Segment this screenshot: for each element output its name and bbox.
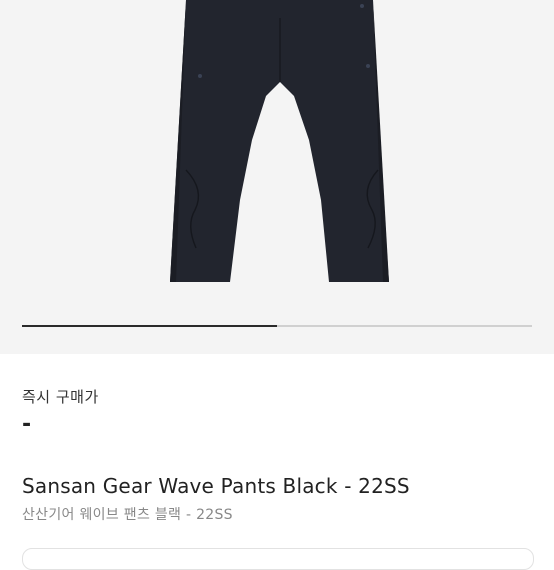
carousel-progress-fill: [22, 325, 277, 327]
carousel-progress-bar: [22, 325, 532, 327]
instant-buy-price-label: 즉시 구매가: [22, 388, 99, 406]
product-title-english: Sansan Gear Wave Pants Black - 22SS: [22, 474, 410, 498]
product-image-area[interactable]: [0, 0, 554, 354]
instant-buy-price-value: -: [22, 412, 32, 437]
bottom-section-card[interactable]: [22, 548, 534, 570]
product-title-korean: 산산기어 웨이브 팬츠 블랙 - 22SS: [22, 507, 233, 523]
product-photo-pants: [170, 0, 389, 282]
